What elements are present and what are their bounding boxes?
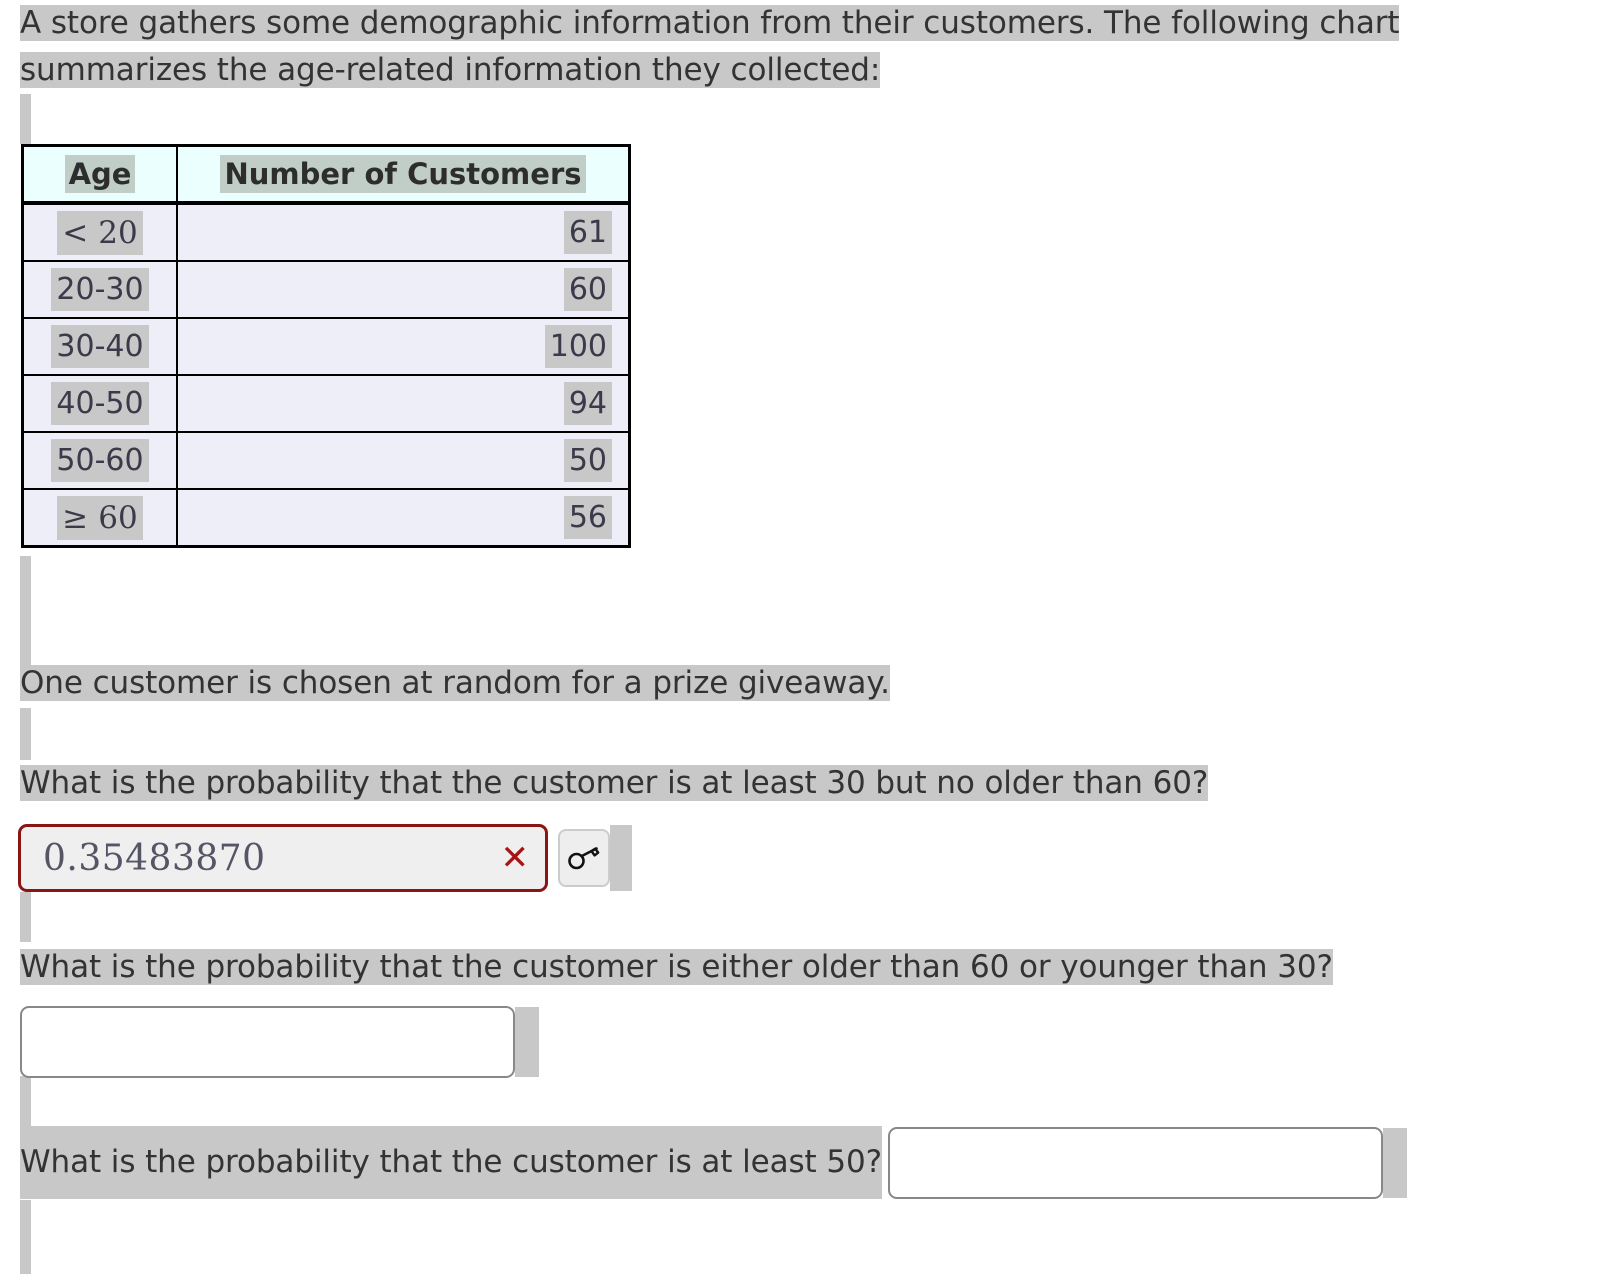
table-row: 40-50 94 — [21, 374, 631, 433]
cell-count: 50 — [176, 431, 631, 490]
selection-gutter-3 — [20, 708, 31, 760]
table-header-row: Age Number of Customers — [21, 144, 631, 205]
table-row: 30-40 100 — [21, 317, 631, 376]
table-row: <20 61 — [21, 202, 631, 262]
selection-gutter-2 — [20, 556, 31, 666]
answer-input-2[interactable] — [20, 1006, 515, 1078]
answer-input-3[interactable] — [887, 1126, 1383, 1199]
answer-value-1: 0.35483870 — [43, 837, 266, 879]
table-row: 50-60 50 — [21, 431, 631, 490]
table-row: ≥60 56 — [21, 488, 631, 548]
cell-age: <20 — [21, 202, 178, 262]
cell-age: 20-30 — [21, 260, 178, 319]
selection-trailing-1 — [610, 825, 632, 891]
selection-trailing-3 — [1382, 1127, 1407, 1198]
cell-age: 50-60 — [21, 431, 178, 490]
intro-line-1: A store gathers some demographic informa… — [20, 5, 1400, 41]
cell-count: 60 — [176, 260, 631, 319]
answer-input-1[interactable]: 0.35483870 ✕ — [18, 824, 548, 892]
selection-trailing-2 — [515, 1007, 539, 1077]
selection-gutter-5 — [20, 1076, 31, 1126]
cell-age: 30-40 — [21, 317, 178, 376]
question-2-answer-row — [20, 1006, 539, 1078]
key-icon-button[interactable] — [558, 829, 610, 887]
column-header-age: Age — [21, 144, 178, 205]
cell-count: 61 — [176, 202, 631, 262]
incorrect-icon: ✕ — [500, 838, 530, 878]
question-3-row: What is the probability that the custome… — [20, 1126, 1407, 1199]
question-3-text: What is the probability that the custome… — [20, 1126, 882, 1199]
table-body: <20 61 20-30 60 30-40 100 40-50 94 50-60… — [21, 202, 631, 548]
column-header-number-of-customers: Number of Customers — [176, 144, 631, 205]
question-2-text: What is the probability that the custome… — [20, 949, 1333, 985]
key-icon — [568, 847, 600, 870]
intro-line-2: summarizes the age-related information t… — [20, 52, 881, 88]
cell-age: 40-50 — [21, 374, 178, 433]
table-row: 20-30 60 — [21, 260, 631, 319]
cell-count: 94 — [176, 374, 631, 433]
frequency-table: Age Number of Customers <20 61 20-30 60 — [21, 144, 631, 548]
selection-gutter-6 — [20, 1200, 31, 1274]
intro-paragraph: A store gathers some demographic informa… — [20, 0, 1550, 94]
cell-count: 56 — [176, 488, 631, 548]
setup-sentence: One customer is chosen at random for a p… — [20, 665, 890, 701]
cell-age: ≥60 — [21, 488, 178, 548]
question-1-answer-row: 0.35483870 ✕ — [18, 824, 632, 892]
question-1-text: What is the probability that the custome… — [20, 765, 1209, 801]
selection-gutter-4 — [20, 892, 31, 942]
selection-gutter-1 — [20, 94, 31, 144]
cell-count: 100 — [176, 317, 631, 376]
